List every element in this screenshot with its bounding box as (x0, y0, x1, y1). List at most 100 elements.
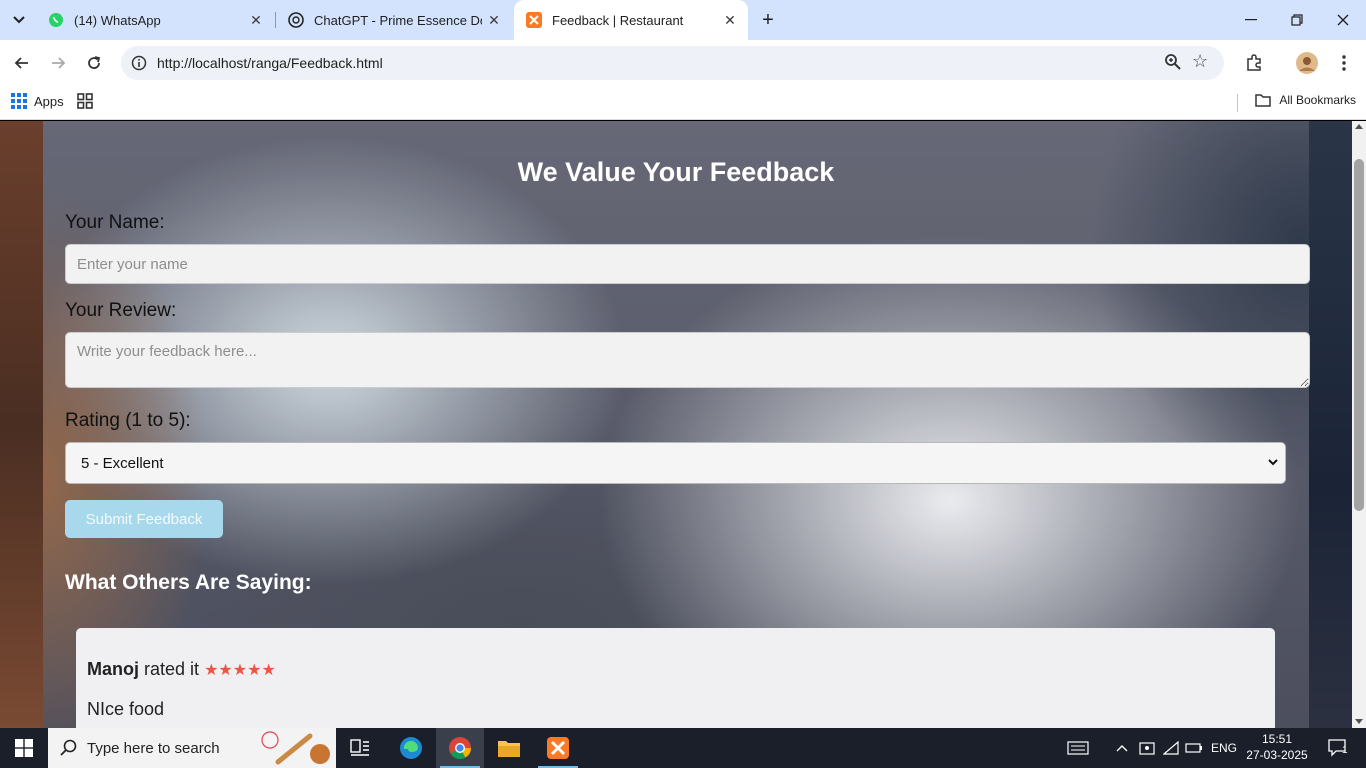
avatar (1296, 52, 1318, 74)
plus-icon: + (762, 8, 774, 31)
review-card: Manoj rated it ★★★★★ NIce food (76, 628, 1275, 728)
whatsapp-icon (48, 12, 64, 28)
close-icon[interactable]: ✕ (244, 8, 268, 32)
scroll-thumb[interactable] (1354, 159, 1364, 511)
forward-arrow-icon (52, 57, 66, 69)
apps-bookmark[interactable]: Apps (11, 93, 64, 109)
new-tab-button[interactable]: + (755, 8, 781, 32)
xampp-icon (526, 12, 542, 28)
tab-feedback[interactable]: Feedback | Restaurant ✕ (514, 0, 748, 40)
search-placeholder: Type here to search (87, 740, 220, 757)
start-button[interactable] (0, 728, 48, 768)
apps-label: Apps (34, 93, 64, 109)
taskbar-chrome[interactable] (436, 728, 484, 768)
reviews-heading: What Others Are Saying: (65, 571, 312, 594)
clock-time: 15:51 (1261, 732, 1293, 746)
taskbar-search[interactable]: Type here to search (48, 728, 336, 768)
clock-date: 27-03-2025 (1246, 748, 1308, 762)
close-icon[interactable]: ✕ (718, 8, 742, 32)
name-input[interactable] (65, 244, 1310, 284)
apps-grid-icon (11, 93, 27, 109)
review-label: Your Review: (65, 300, 177, 321)
search-highlight-illustration (261, 731, 330, 765)
puzzle-icon (1247, 54, 1261, 71)
search-icon (60, 739, 77, 756)
minimize-icon (1245, 19, 1257, 21)
rating-select[interactable]: 5 - Excellent (65, 442, 1286, 484)
rating-label: Rating (1 to 5): (65, 410, 191, 431)
name-label: Your Name: (65, 212, 165, 233)
page-title: We Value Your Feedback (517, 157, 835, 187)
windows-taskbar: Type here to search ENG 15:51 27-03-2025… (0, 728, 1366, 768)
submit-feedback-button[interactable]: Submit Feedback (65, 500, 223, 538)
star-rating: ★★★★★ (204, 662, 276, 679)
taskbar-edge[interactable] (387, 728, 435, 768)
network-icon[interactable] (1161, 728, 1181, 768)
scroll-up-arrow-icon[interactable] (1355, 124, 1363, 129)
feedback-container: We Value Your Feedback Your Name: Your R… (43, 121, 1310, 728)
task-view-button[interactable] (336, 728, 384, 768)
restore-icon (1291, 14, 1303, 26)
meet-now-icon[interactable] (1137, 728, 1157, 768)
reload-button[interactable] (80, 49, 108, 77)
minimize-button[interactable] (1228, 0, 1274, 40)
folder-icon (498, 741, 520, 757)
divider (1237, 94, 1238, 112)
kebab-menu-icon (1342, 55, 1346, 71)
chatgpt-icon (288, 12, 304, 28)
reviewer-name: Manoj (87, 659, 139, 679)
folder-icon (1255, 94, 1272, 107)
chevron-down-icon (13, 16, 25, 24)
rated-text: rated it (144, 659, 200, 679)
vertical-scrollbar[interactable] (1352, 121, 1366, 728)
tab-strip: (14) WhatsApp ✕ ChatGPT - Prime Essence … (0, 0, 1366, 40)
tab-chatgpt[interactable]: ChatGPT - Prime Essence Doc ✕ (276, 0, 512, 40)
all-bookmarks-label: All Bookmarks (1279, 93, 1356, 107)
back-arrow-icon (14, 57, 28, 69)
extensions-button[interactable] (1240, 49, 1268, 77)
site-info-icon[interactable] (129, 53, 149, 73)
edge-icon (400, 737, 422, 759)
chevron-down-icon (1268, 459, 1278, 466)
rating-selected-value: 5 - Excellent (81, 455, 164, 472)
tab-title: (14) WhatsApp (74, 12, 161, 28)
chrome-icon (449, 737, 471, 759)
review-textarea[interactable] (65, 332, 1310, 388)
language-indicator[interactable]: ENG (1208, 728, 1240, 768)
bookmarks-bar: Apps All Bookmarks (0, 86, 1366, 120)
battery-icon[interactable] (1184, 728, 1204, 768)
chevron-up-icon (1116, 745, 1128, 752)
notification-count: 1 (1342, 745, 1348, 756)
tab-whatsapp[interactable]: (14) WhatsApp ✕ (36, 0, 274, 40)
clock[interactable]: 15:51 27-03-2025 (1246, 731, 1308, 763)
tab-groups-icon[interactable] (77, 93, 95, 111)
page-viewport: We Value Your Feedback Your Name: Your R… (0, 121, 1352, 728)
address-bar[interactable]: http://localhost/ranga/Feedback.html ☆ (121, 46, 1224, 80)
tab-search-button[interactable] (6, 8, 32, 32)
review-text: NIce food (87, 699, 165, 719)
tab-title: ChatGPT - Prime Essence Doc (314, 12, 482, 28)
forward-button[interactable] (44, 49, 72, 77)
notifications-button[interactable]: 1 (1318, 728, 1358, 768)
all-bookmarks-button[interactable]: All Bookmarks (1255, 93, 1356, 107)
close-icon[interactable]: ✕ (482, 8, 506, 32)
bookmark-star-icon[interactable]: ☆ (1192, 51, 1214, 73)
scroll-down-arrow-icon[interactable] (1355, 719, 1363, 724)
profile-button[interactable] (1293, 49, 1321, 77)
taskbar-file-explorer[interactable] (485, 728, 533, 768)
taskbar-xampp[interactable] (534, 728, 582, 768)
zoom-icon[interactable] (1164, 53, 1184, 73)
xampp-icon (547, 737, 569, 759)
show-hidden-icons-button[interactable] (1112, 728, 1132, 768)
review-header: Manoj rated it ★★★★★ (87, 659, 276, 680)
task-view-icon (350, 739, 369, 756)
close-icon (1337, 14, 1349, 26)
menu-button[interactable] (1330, 49, 1358, 77)
windows-logo-icon (15, 739, 33, 757)
url-text[interactable]: http://localhost/ranga/Feedback.html (157, 55, 383, 71)
background-image-left (0, 121, 43, 728)
back-button[interactable] (8, 49, 36, 77)
touch-keyboard-icon[interactable] (1063, 728, 1093, 768)
close-window-button[interactable] (1320, 0, 1366, 40)
restore-button[interactable] (1274, 0, 1320, 40)
